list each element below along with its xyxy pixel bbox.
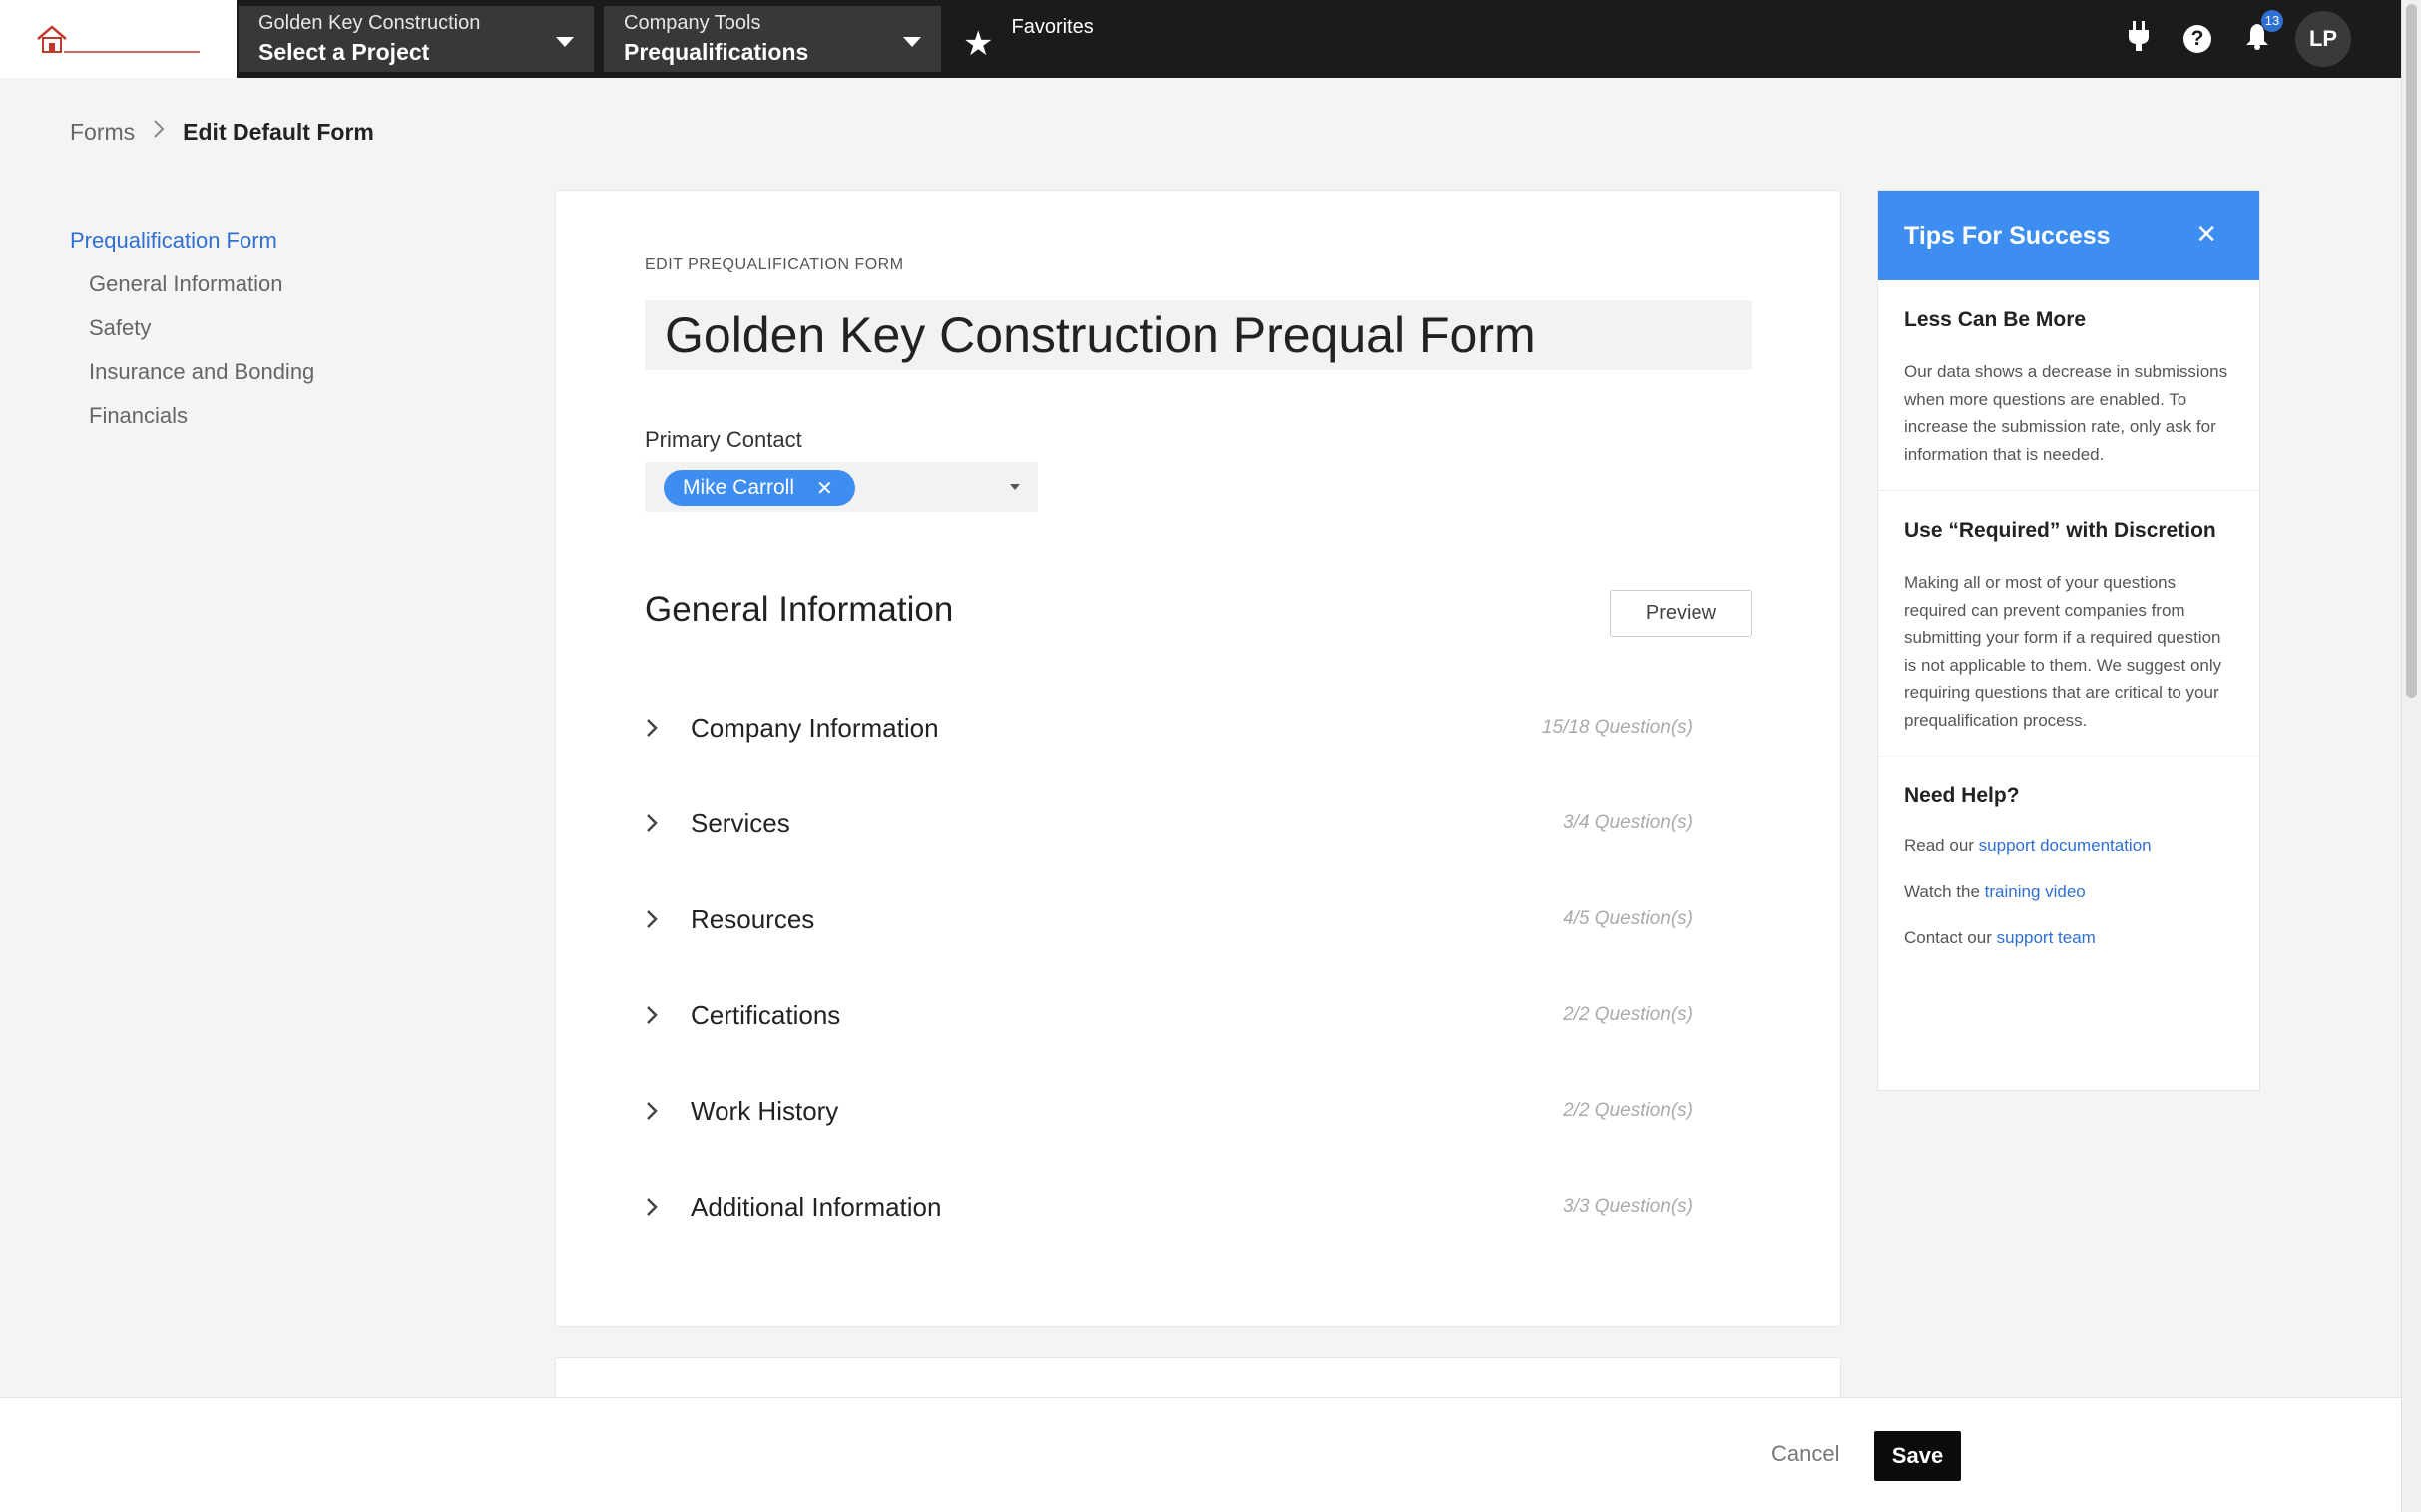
cancel-button[interactable]: Cancel [1771,1441,1839,1467]
section-list: Company Information 15/18 Question(s) Se… [645,680,1693,1255]
contact-chip-label: Mike Carroll [683,476,795,499]
tools-selector[interactable]: Company Tools Prequalifications [604,6,941,72]
form-section-nav: Prequalification Form General Informatio… [70,228,314,447]
section-name: Resources [691,903,815,934]
section-row-company-information[interactable]: Company Information 15/18 Question(s) [645,680,1693,775]
section-row-work-history[interactable]: Work History 2/2 Question(s) [645,1063,1693,1159]
section-name: Work History [691,1095,839,1126]
tip-body: Our data shows a decrease in submissions… [1904,362,2228,464]
nav-general-information[interactable]: General Information [89,271,314,297]
section-name: Additional Information [691,1191,942,1222]
nav-prequalification-form[interactable]: Prequalification Form [70,228,314,253]
primary-contact-label: Primary Contact [645,427,802,452]
house-logo-icon [36,25,200,53]
company-logo[interactable] [0,0,237,78]
user-avatar[interactable]: LP [2295,11,2351,67]
chevron-right-icon[interactable] [645,1100,673,1122]
section-name: Certifications [691,999,841,1030]
section-name: Company Information [691,712,939,743]
section-question-count: 3/3 Question(s) [1563,1196,1693,1217]
help-line-text: Read our [1904,836,1979,855]
help-line-video: Watch the training video [1904,882,2233,902]
chevron-right-icon [153,118,165,146]
notification-badge: 13 [2261,9,2283,32]
tip-heading: Less Can Be More [1904,308,2087,331]
nav-insurance-and-bonding[interactable]: Insurance and Bonding [89,359,314,385]
help-line-support: Contact our support team [1904,928,2233,948]
nav-safety[interactable]: Safety [89,315,314,341]
section-question-count: 2/2 Question(s) [1563,1004,1693,1025]
tip-less-is-more: Less Can Be More Our data shows a decrea… [1878,280,2259,491]
section-row-services[interactable]: Services 3/4 Question(s) [645,775,1693,871]
help-icon[interactable]: ? [2183,25,2211,53]
help-line-docs: Read our support documentation [1904,836,2233,856]
help-line-text: Contact our [1904,928,1997,947]
favorites-button[interactable]: ★ Favorites [963,6,1094,72]
save-button[interactable]: Save [1874,1431,1961,1481]
tip-required-discretion: Use “Required” with Discretion Making al… [1878,491,2259,756]
breadcrumb: Forms Edit Default Form [70,118,374,146]
form-title-input[interactable]: Golden Key Construction Prequal Form [645,300,1752,370]
tips-title: Tips For Success [1904,221,2111,250]
section-question-count: 15/18 Question(s) [1541,717,1693,738]
section-row-certifications[interactable]: Certifications 2/2 Question(s) [645,967,1693,1063]
scrollbar-thumb[interactable] [2406,4,2417,698]
tip-heading: Need Help? [1904,784,2020,807]
section-question-count: 4/5 Question(s) [1563,908,1693,929]
section-question-count: 3/4 Question(s) [1563,812,1693,833]
section-question-count: 2/2 Question(s) [1563,1100,1693,1121]
tip-heading: Use “Required” with Discretion [1904,519,2216,542]
favorites-label: Favorites [1011,16,1094,38]
caret-down-icon [556,37,574,47]
section-title: General Information [645,590,954,629]
support-team-link[interactable]: support team [1997,928,2096,947]
project-company-name: Golden Key Construction [258,12,481,34]
tip-body: Making all or most of your questions req… [1904,573,2222,730]
plug-icon[interactable] [2128,20,2150,58]
chevron-right-icon[interactable] [645,1004,673,1026]
tip-need-help: Need Help? Read our support documentatio… [1878,756,2259,996]
breadcrumb-current: Edit Default Form [183,118,374,145]
top-navigation-bar: Golden Key Construction Select a Project… [0,0,2401,78]
help-line-text: Watch the [1904,882,1985,901]
form-eyebrow: EDIT PREQUALIFICATION FORM [645,256,904,273]
form-editor-card: EDIT PREQUALIFICATION FORM Golden Key Co… [555,190,1841,1387]
chevron-right-icon[interactable] [645,812,673,834]
chevron-right-icon[interactable] [645,1196,673,1218]
tools-selector-value: Prequalifications [624,39,809,65]
tips-header: Tips For Success ✕ [1878,191,2259,280]
primary-contact-select[interactable]: Mike Carroll ✕ [645,462,1038,512]
caret-down-icon [903,37,921,47]
project-selector-label: Select a Project [258,39,430,65]
close-icon[interactable]: ✕ [2195,219,2217,250]
chevron-right-icon[interactable] [645,908,673,930]
star-icon: ★ [963,25,994,63]
tools-selector-label: Company Tools [624,12,761,34]
section-row-additional-information[interactable]: Additional Information 3/3 Question(s) [645,1159,1693,1255]
training-video-link[interactable]: training video [1985,882,2086,901]
support-documentation-link[interactable]: support documentation [1979,836,2152,855]
form-footer: Cancel Save [0,1397,2401,1512]
project-selector[interactable]: Golden Key Construction Select a Project [239,6,594,72]
tips-panel: Tips For Success ✕ Less Can Be More Our … [1877,190,2260,1091]
section-row-resources[interactable]: Resources 4/5 Question(s) [645,871,1693,967]
notification-bell-icon[interactable]: 13 [2245,9,2283,57]
section-name: Services [691,807,790,838]
remove-chip-icon[interactable]: ✕ [816,476,833,501]
preview-button[interactable]: Preview [1610,590,1752,637]
breadcrumb-forms-link[interactable]: Forms [70,119,135,146]
contact-chip: Mike Carroll ✕ [664,470,855,506]
caret-down-icon[interactable] [1010,484,1020,490]
page-scrollbar[interactable] [2401,0,2421,1512]
nav-financials[interactable]: Financials [89,403,314,429]
chevron-right-icon[interactable] [645,717,673,739]
